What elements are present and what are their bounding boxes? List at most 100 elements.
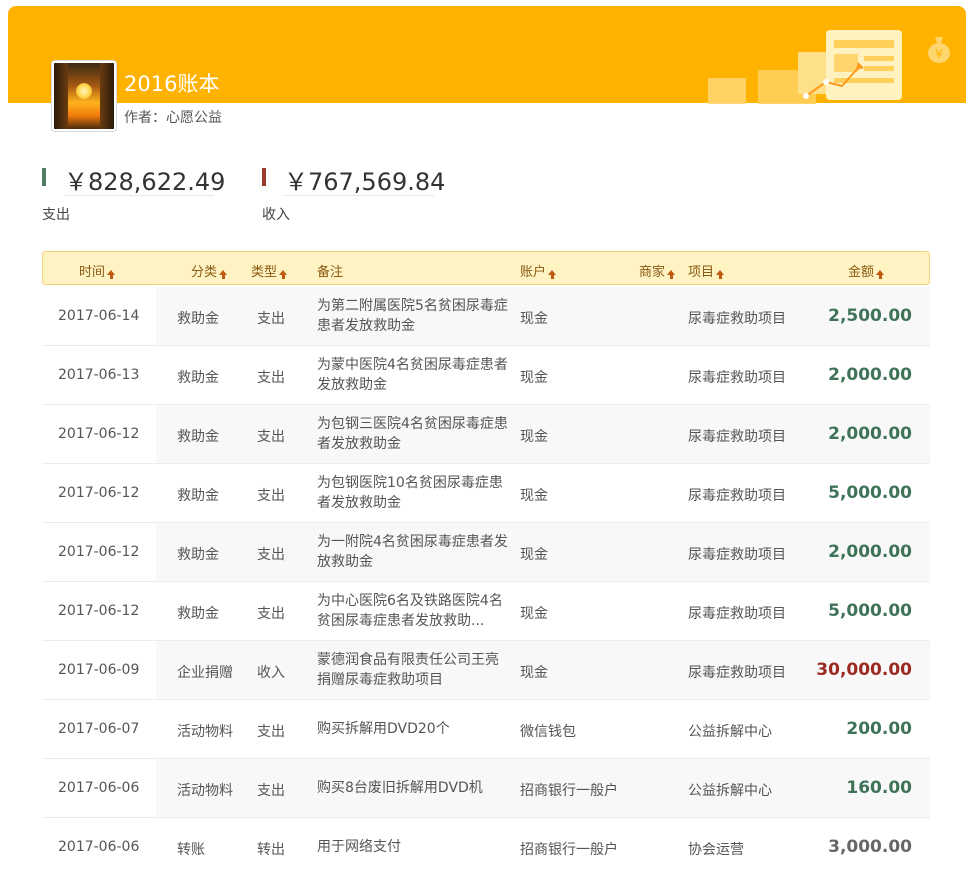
row-category: 救助金 — [177, 606, 219, 622]
row-type: 转出 — [257, 842, 285, 858]
row-type: 收入 — [257, 665, 285, 681]
row-amount: 160.00 — [846, 778, 912, 798]
row-date: 2017-06-14 — [58, 308, 140, 324]
row-account: 招商银行一般户 — [520, 783, 618, 799]
table-row[interactable]: 2017-06-12 救助金 支出 为中心医院6名及铁路医院4名贫困尿毒症患者发… — [42, 582, 930, 641]
row-amount: 2,500.00 — [828, 306, 912, 326]
sort-arrow-up-icon — [548, 270, 557, 279]
row-account: 现金 — [520, 488, 548, 504]
table-row[interactable]: 2017-06-14 救助金 支出 为第二附属医院5名贫困尿毒症患者发放救助金 … — [42, 287, 930, 346]
row-note: 购买8台废旧拆解用DVD机 — [317, 780, 483, 796]
row-note: 为一附院4名贫困尿毒症患者发放救助金 — [317, 534, 508, 570]
column-header-time[interactable]: 时间 — [79, 261, 116, 280]
row-date: 2017-06-12 — [58, 426, 140, 442]
row-project: 尿毒症救助项目 — [688, 547, 786, 563]
row-amount: 5,000.00 — [828, 601, 912, 621]
sort-arrow-up-icon — [716, 270, 725, 279]
svg-text:¥: ¥ — [935, 47, 943, 61]
row-account: 现金 — [520, 311, 548, 327]
row-project: 公益拆解中心 — [688, 724, 772, 740]
row-amount: 30,000.00 — [816, 660, 912, 680]
income-label: 收入 — [262, 207, 290, 223]
table-row[interactable]: 2017-06-09 企业捐赠 收入 蒙德润食品有限责任公司王亮捐赠尿毒症救助项… — [42, 641, 930, 700]
row-type: 支出 — [257, 724, 285, 740]
income-total: ￥767,569.84 — [284, 168, 446, 196]
book-cover-image[interactable] — [52, 61, 116, 131]
row-note: 用于网络支付 — [317, 839, 401, 855]
money-bag-icon: ¥ — [928, 37, 950, 63]
row-category: 救助金 — [177, 370, 219, 386]
row-type: 支出 — [257, 606, 285, 622]
column-header-category[interactable]: 分类 — [191, 261, 228, 280]
table-row[interactable]: 2017-06-12 救助金 支出 为一附院4名贫困尿毒症患者发放救助金 现金 … — [42, 523, 930, 582]
row-amount: 200.00 — [846, 719, 912, 739]
row-note: 为蒙中医院4名贫困尿毒症患者发放救助金 — [317, 357, 508, 393]
table-row[interactable]: 2017-06-12 救助金 支出 为包钢医院10名贫困尿毒症患者发放救助金 现… — [42, 464, 930, 523]
row-project: 尿毒症救助项目 — [688, 429, 786, 445]
sort-arrow-up-icon — [279, 270, 288, 279]
table-row[interactable]: 2017-06-12 救助金 支出 为包钢三医院4名贫困尿毒症患者发放救助金 现… — [42, 405, 930, 464]
row-type: 支出 — [257, 311, 285, 327]
row-account: 招商银行一般户 — [520, 842, 618, 858]
column-header-merchant[interactable]: 商家 — [639, 261, 676, 280]
row-amount: 5,000.00 — [828, 483, 912, 503]
row-note: 购买拆解用DVD20个 — [317, 721, 450, 737]
column-header-type[interactable]: 类型 — [251, 261, 288, 280]
column-header-amount[interactable]: 金额 — [848, 261, 885, 280]
row-date: 2017-06-12 — [58, 485, 140, 501]
row-account: 现金 — [520, 370, 548, 386]
table-row[interactable]: 2017-06-13 救助金 支出 为蒙中医院4名贫困尿毒症患者发放救助金 现金… — [42, 346, 930, 405]
row-category: 救助金 — [177, 429, 219, 445]
row-account: 现金 — [520, 429, 548, 445]
row-project: 尿毒症救助项目 — [688, 488, 786, 504]
row-project: 尿毒症救助项目 — [688, 370, 786, 386]
row-amount: 2,000.00 — [828, 424, 912, 444]
sort-arrow-up-icon — [219, 270, 228, 279]
income-indicator-bar — [262, 168, 266, 186]
row-account: 现金 — [520, 547, 548, 563]
column-header-note: 备注 — [317, 265, 344, 280]
row-category: 转账 — [177, 842, 205, 858]
row-category: 活动物料 — [177, 783, 233, 799]
expense-indicator-bar — [42, 168, 46, 186]
row-account: 微信钱包 — [520, 724, 576, 740]
table-row[interactable]: 2017-06-06 转账 转出 用于网络支付 招商银行一般户 协会运营 3,0… — [42, 818, 930, 876]
row-date: 2017-06-06 — [58, 839, 140, 855]
row-note: 为包钢三医院4名贫困尿毒症患者发放救助金 — [317, 416, 508, 452]
row-project: 尿毒症救助项目 — [688, 665, 786, 681]
column-header-project[interactable]: 项目 — [688, 261, 725, 280]
row-date: 2017-06-13 — [58, 367, 140, 383]
row-category: 救助金 — [177, 311, 219, 327]
row-note: 为第二附属医院5名贫困尿毒症患者发放救助金 — [317, 298, 508, 334]
row-amount: 2,000.00 — [828, 365, 912, 385]
sort-arrow-up-icon — [876, 270, 885, 279]
row-date: 2017-06-12 — [58, 603, 140, 619]
row-amount: 2,000.00 — [828, 542, 912, 562]
row-category: 救助金 — [177, 488, 219, 504]
row-note: 为中心医院6名及铁路医院4名贫困尿毒症患者发放救助... — [317, 593, 503, 629]
row-project: 公益拆解中心 — [688, 783, 772, 799]
sort-arrow-up-icon — [667, 270, 676, 279]
row-amount: 3,000.00 — [828, 837, 912, 857]
row-note: 为包钢医院10名贫困尿毒症患者发放救助金 — [317, 475, 503, 511]
row-type: 支出 — [257, 429, 285, 445]
column-header-account[interactable]: 账户 — [520, 261, 557, 280]
row-category: 活动物料 — [177, 724, 233, 740]
transactions-table-header: 时间 分类 类型 备注 账户 商家 项目 金额 — [42, 251, 930, 285]
expense-label: 支出 — [42, 207, 70, 223]
row-date: 2017-06-12 — [58, 544, 140, 560]
row-category: 救助金 — [177, 547, 219, 563]
book-author: 作者：心愿公益 — [124, 110, 222, 126]
table-row[interactable]: 2017-06-07 活动物料 支出 购买拆解用DVD20个 微信钱包 公益拆解… — [42, 700, 930, 759]
row-type: 支出 — [257, 488, 285, 504]
row-date: 2017-06-07 — [58, 721, 140, 737]
row-category: 企业捐赠 — [177, 665, 233, 681]
row-project: 尿毒症救助项目 — [688, 606, 786, 622]
sort-arrow-up-icon — [107, 270, 116, 279]
row-type: 支出 — [257, 783, 285, 799]
document-chart-decoration-icon — [708, 30, 902, 104]
table-row[interactable]: 2017-06-06 活动物料 支出 购买8台废旧拆解用DVD机 招商银行一般户… — [42, 759, 930, 818]
row-type: 支出 — [257, 370, 285, 386]
row-note: 蒙德润食品有限责任公司王亮捐赠尿毒症救助项目 — [317, 652, 499, 688]
expense-total: ￥828,622.49 — [64, 168, 226, 196]
